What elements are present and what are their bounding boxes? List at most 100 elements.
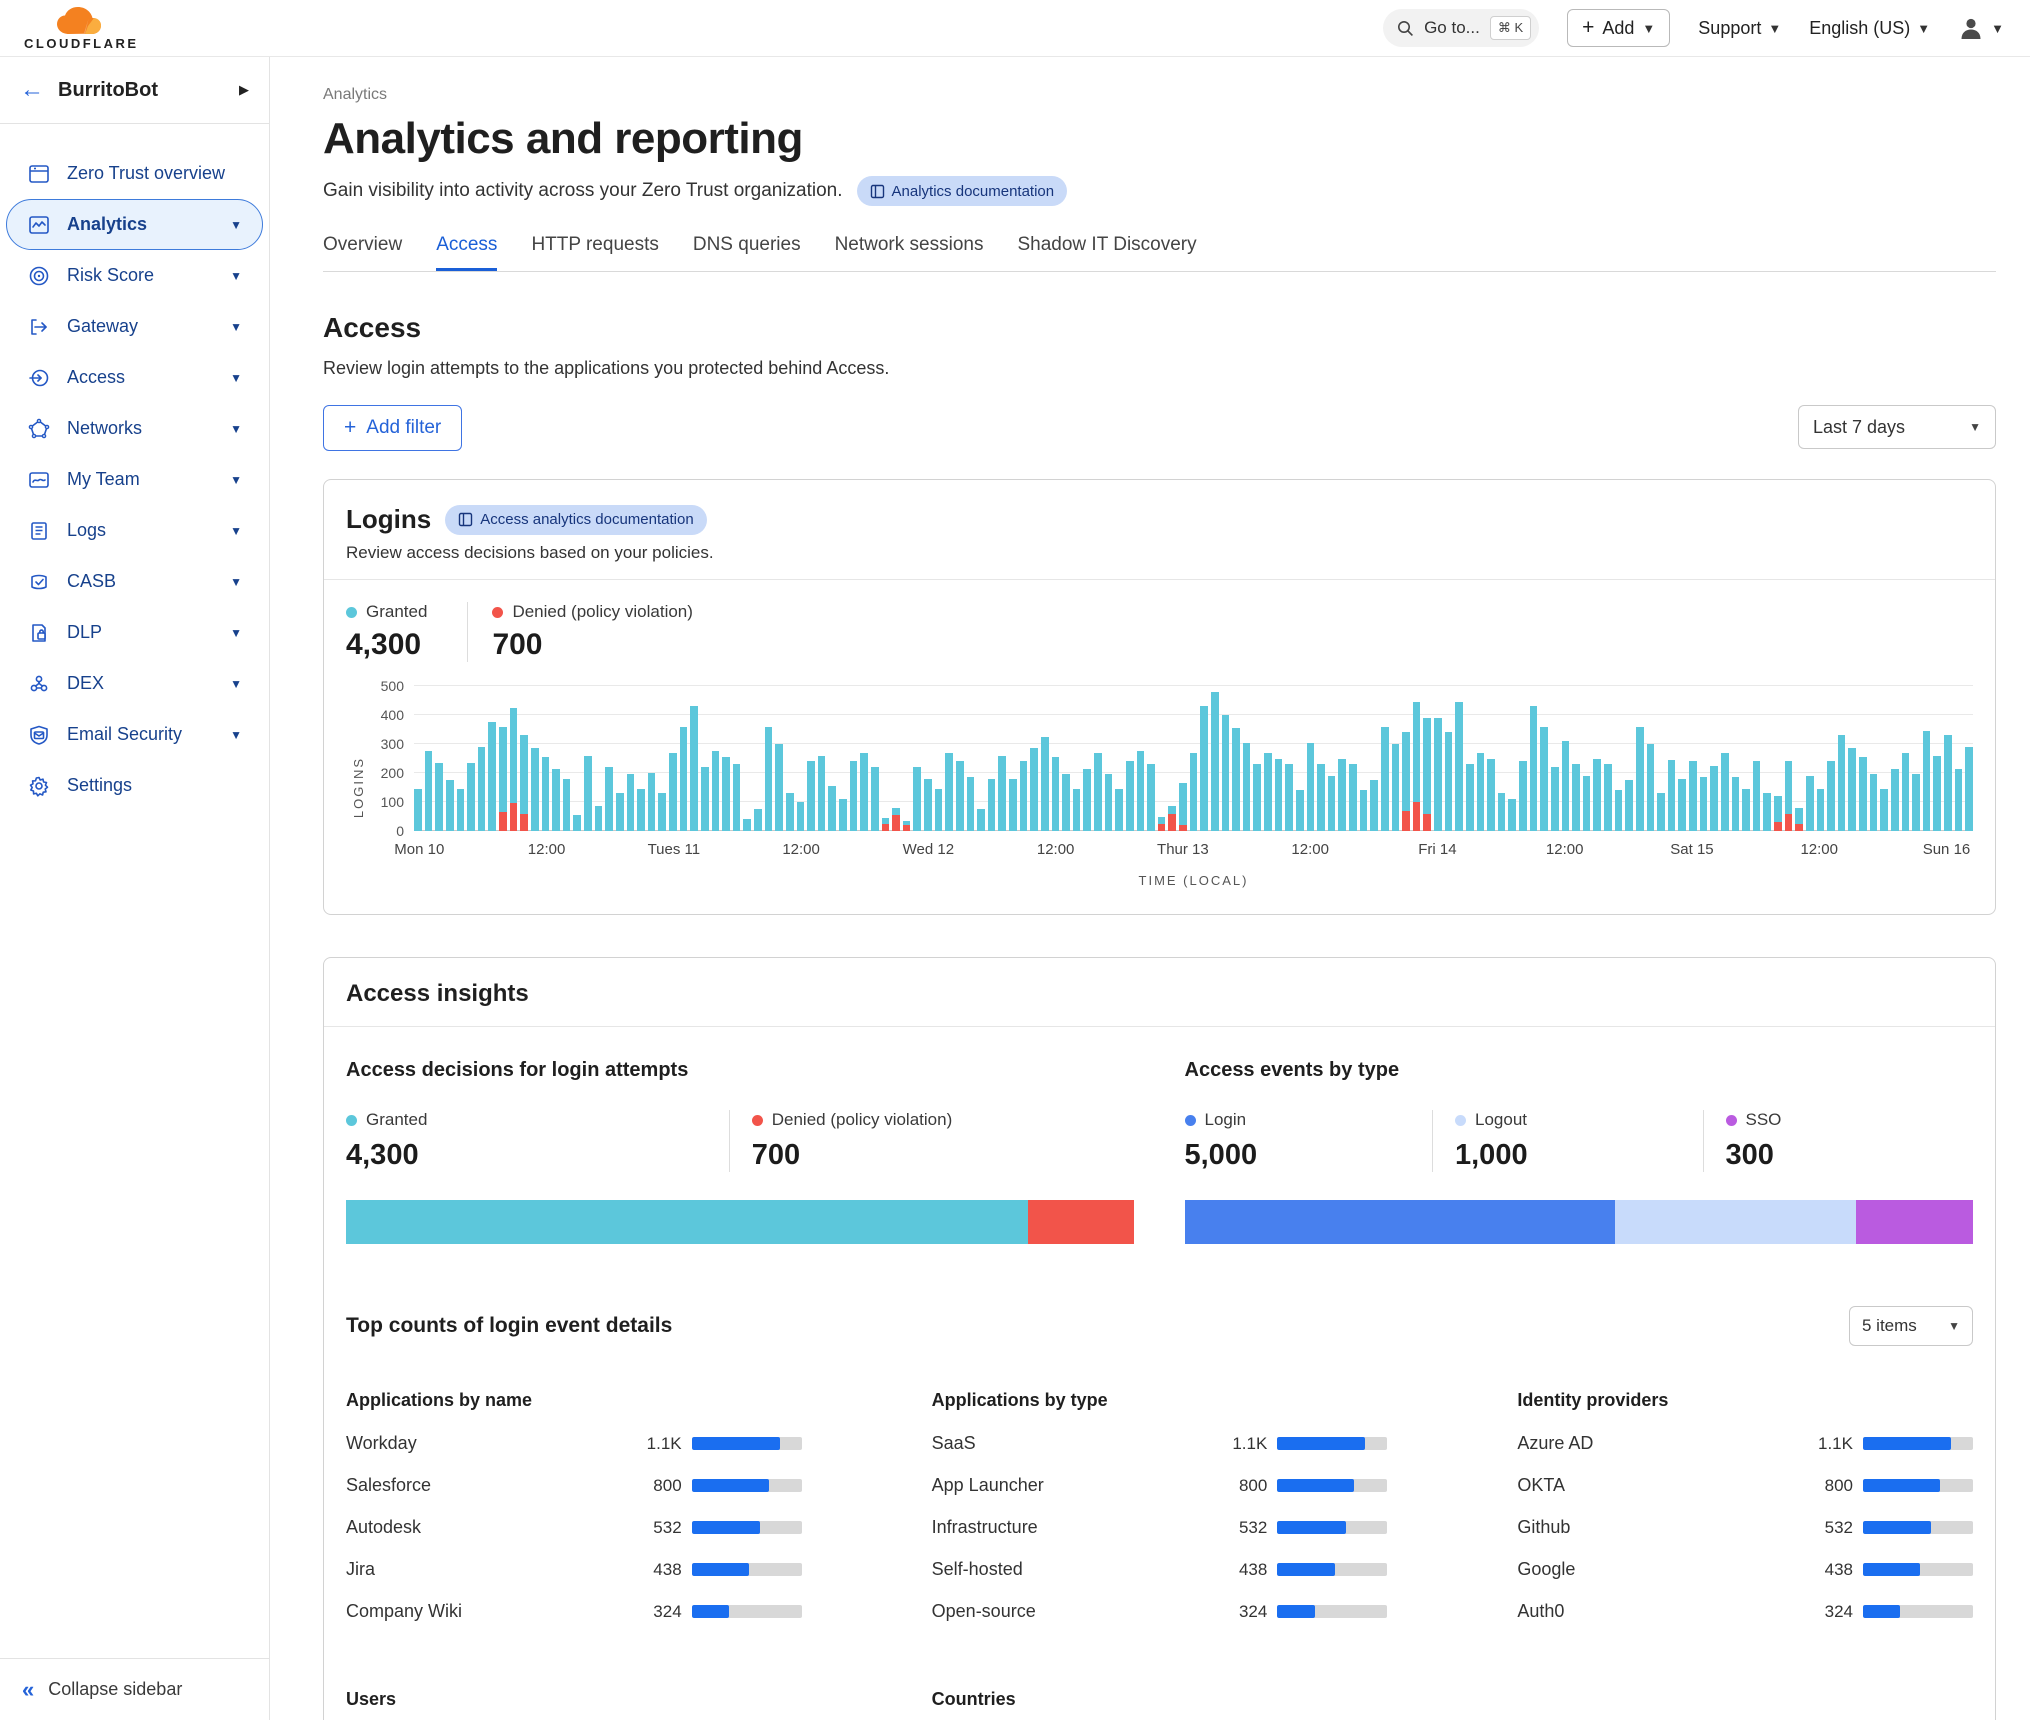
login-bar[interactable] [1944, 735, 1952, 831]
login-bar[interactable] [967, 777, 975, 831]
login-bar[interactable] [903, 821, 911, 831]
login-bar[interactable] [1392, 744, 1400, 831]
login-bar[interactable] [478, 747, 486, 831]
global-search[interactable]: Go to... ⌘ K [1383, 9, 1539, 47]
login-bar[interactable] [786, 793, 794, 831]
login-bar[interactable] [616, 793, 624, 831]
collapse-sidebar-button[interactable]: « Collapse sidebar [0, 1658, 269, 1720]
sidebar-item-zero-trust-overview[interactable]: Zero Trust overview [6, 148, 263, 199]
tab-access[interactable]: Access [436, 234, 497, 271]
sidebar-item-my-team[interactable]: My Team▼ [6, 454, 263, 505]
login-bar[interactable] [935, 789, 943, 831]
add-button[interactable]: + Add ▼ [1567, 9, 1670, 47]
login-bar[interactable] [1126, 761, 1134, 831]
login-bar[interactable] [807, 761, 815, 831]
login-bar[interactable] [669, 753, 677, 831]
login-bar[interactable] [988, 779, 996, 831]
stacked-segment-denied-policy-violation-[interactable] [1028, 1200, 1134, 1244]
login-bar[interactable] [648, 773, 656, 831]
login-bar[interactable] [828, 786, 836, 831]
login-bar[interactable] [733, 764, 741, 831]
login-bar[interactable] [563, 779, 571, 831]
login-bar[interactable] [1275, 759, 1283, 832]
login-bar[interactable] [1498, 793, 1506, 831]
login-bar[interactable] [435, 763, 443, 831]
stacked-segment-granted[interactable] [346, 1200, 1028, 1244]
login-bar[interactable] [1094, 753, 1102, 831]
login-bar[interactable] [1009, 779, 1017, 831]
cloudflare-logo[interactable]: CLOUDFLARE [24, 6, 139, 50]
login-bar[interactable] [1965, 747, 1973, 831]
login-bar[interactable] [1668, 760, 1676, 831]
login-bar[interactable] [1721, 753, 1729, 831]
login-bar[interactable] [956, 761, 964, 831]
login-bar[interactable] [945, 753, 953, 831]
login-bar[interactable] [1338, 759, 1346, 832]
login-bar[interactable] [871, 767, 879, 831]
login-bar[interactable] [1923, 731, 1931, 831]
login-bar[interactable] [1423, 718, 1431, 831]
sidebar-item-risk-score[interactable]: Risk Score▼ [6, 250, 263, 301]
login-bar[interactable] [850, 761, 858, 831]
sidebar-item-gateway[interactable]: Gateway▼ [6, 301, 263, 352]
login-bar[interactable] [1583, 776, 1591, 831]
login-bar[interactable] [573, 815, 581, 831]
login-bar[interactable] [414, 789, 422, 831]
login-bar[interactable] [627, 774, 635, 831]
sidebar-item-access[interactable]: Access▼ [6, 352, 263, 403]
login-bar[interactable] [1508, 799, 1516, 831]
login-bar[interactable] [1678, 779, 1686, 831]
login-bar[interactable] [1115, 789, 1123, 831]
login-bar[interactable] [1402, 732, 1410, 831]
login-bar[interactable] [1742, 789, 1750, 831]
login-bar[interactable] [584, 756, 592, 831]
login-bar[interactable] [1795, 808, 1803, 831]
login-bar[interactable] [818, 756, 826, 831]
login-bar[interactable] [1349, 764, 1357, 831]
login-bar[interactable] [1168, 806, 1176, 831]
login-bar[interactable] [1445, 732, 1453, 831]
login-bar[interactable] [701, 767, 709, 831]
login-bar[interactable] [1848, 748, 1856, 831]
login-bar[interactable] [775, 744, 783, 831]
login-bar[interactable] [1243, 743, 1251, 831]
login-bar[interactable] [1232, 728, 1240, 831]
login-bar[interactable] [425, 751, 433, 831]
login-bar[interactable] [1530, 706, 1538, 831]
login-bar[interactable] [520, 735, 528, 831]
login-bar[interactable] [1137, 751, 1145, 831]
tab-dns-queries[interactable]: DNS queries [693, 234, 801, 271]
login-bar[interactable] [1360, 790, 1368, 831]
login-bar[interactable] [1413, 702, 1421, 831]
sidebar-item-analytics[interactable]: Analytics▼ [6, 199, 263, 250]
login-bar[interactable] [1179, 783, 1187, 831]
login-bar[interactable] [1806, 776, 1814, 831]
login-bar[interactable] [1774, 796, 1782, 831]
login-bar[interactable] [1062, 774, 1070, 831]
login-bar[interactable] [892, 808, 900, 831]
login-bar[interactable] [1636, 727, 1644, 831]
login-bar[interactable] [1317, 764, 1325, 831]
login-bar[interactable] [1572, 764, 1580, 831]
login-bar[interactable] [797, 802, 805, 831]
login-bar[interactable] [1700, 777, 1708, 831]
login-bar[interactable] [499, 727, 507, 831]
profile-menu[interactable]: ▼ [1958, 15, 2004, 41]
login-bar[interactable] [1732, 777, 1740, 831]
login-bar[interactable] [1753, 761, 1761, 831]
login-bar[interactable] [1328, 776, 1336, 831]
login-bar[interactable] [1880, 789, 1888, 831]
login-bar[interactable] [722, 757, 730, 831]
login-bar[interactable] [1190, 753, 1198, 831]
login-bar[interactable] [1455, 702, 1463, 831]
login-bar[interactable] [1817, 789, 1825, 831]
login-bar[interactable] [542, 757, 550, 831]
login-bar[interactable] [1540, 727, 1548, 831]
login-bar[interactable] [1466, 764, 1474, 831]
login-bar[interactable] [1593, 759, 1601, 832]
login-bar[interactable] [1030, 748, 1038, 831]
sidebar-item-email-security[interactable]: Email Security▼ [6, 709, 263, 760]
sidebar-item-casb[interactable]: CASB▼ [6, 556, 263, 607]
login-bar[interactable] [1147, 764, 1155, 831]
login-bar[interactable] [1434, 718, 1442, 831]
